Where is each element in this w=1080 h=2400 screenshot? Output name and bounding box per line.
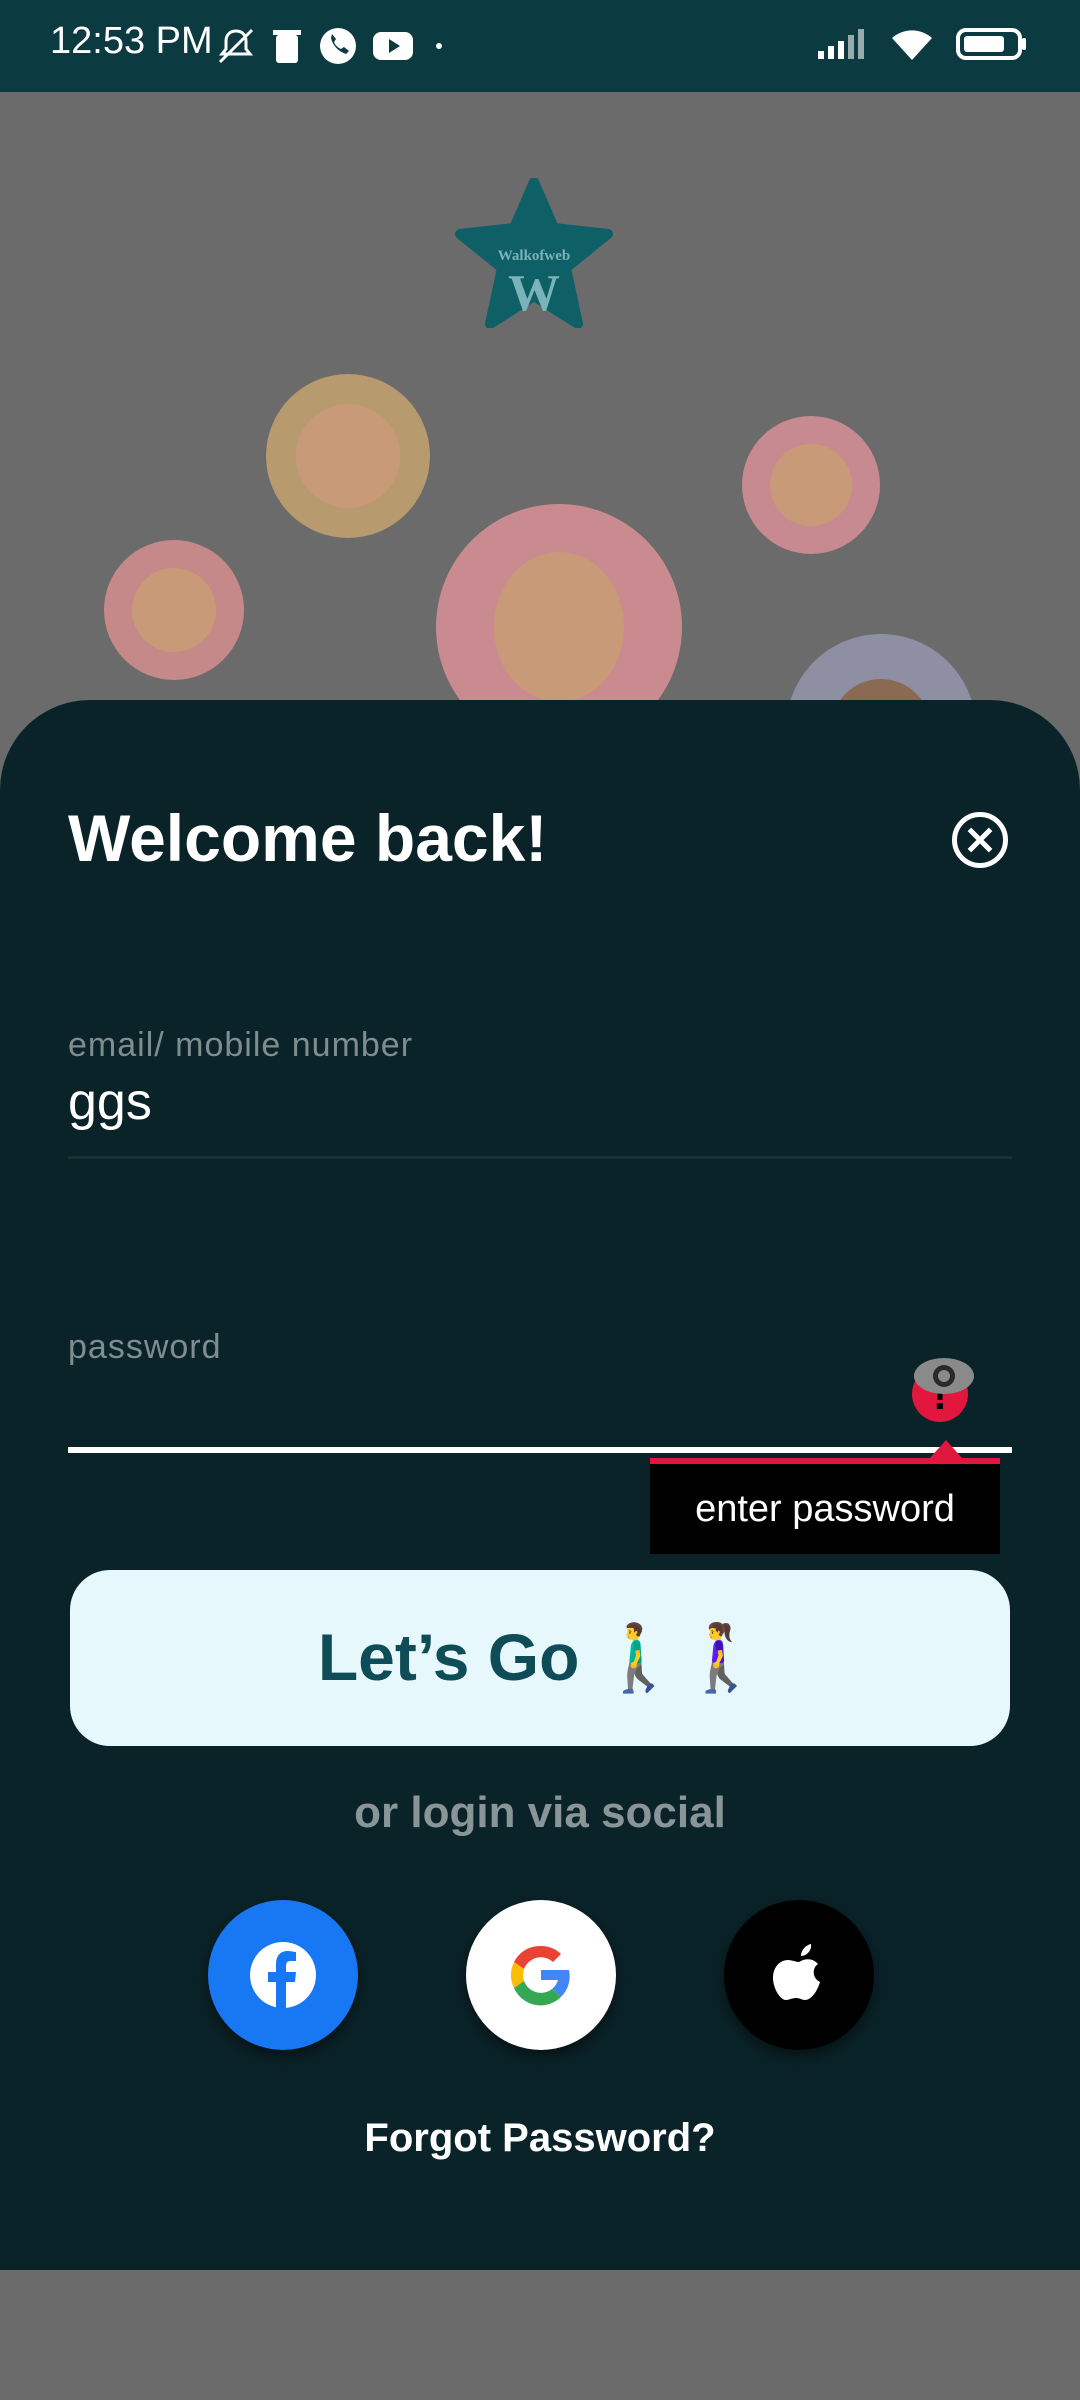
- tooltip-arrow: [930, 1440, 962, 1458]
- svg-text:W: W: [508, 265, 560, 322]
- facebook-icon: [250, 1942, 316, 2010]
- password-error-tooltip: enter password: [650, 1458, 1000, 1554]
- phone-icon: [320, 28, 356, 64]
- avatar-4: [742, 416, 880, 554]
- lets-go-button[interactable]: Let’s Go 🚶‍♂️🚶‍♀️: [70, 1570, 1010, 1746]
- notification-icons: [216, 26, 442, 66]
- status-bar: 12:53 PM: [0, 0, 1080, 92]
- email-underline: [68, 1156, 1012, 1159]
- eye-icon[interactable]: [912, 1356, 976, 1396]
- password-field[interactable]: [68, 1370, 908, 1446]
- svg-text:Walkofweb: Walkofweb: [498, 248, 571, 264]
- walkofweb-logo: Walkofweb W: [454, 177, 614, 329]
- avatar-2: [104, 540, 244, 680]
- apple-icon: [773, 1944, 820, 2000]
- apple-login-button[interactable]: [724, 1900, 874, 2050]
- page-title: Welcome back!: [68, 801, 548, 875]
- dot-icon: [436, 43, 442, 49]
- email-field[interactable]: ggs: [68, 1072, 152, 1132]
- youtube-icon: [373, 32, 413, 60]
- social-login-label: or login via social: [354, 1788, 726, 1837]
- mute-icon: [218, 28, 254, 64]
- battery-icon: [956, 28, 1026, 60]
- system-icons: [816, 26, 1028, 62]
- signal-icon: [818, 29, 864, 59]
- email-label: email/ mobile number: [68, 1026, 414, 1064]
- password-underline: [68, 1447, 1012, 1453]
- avatar-1: [266, 374, 430, 538]
- status-time: 12:53 PM: [50, 20, 213, 62]
- google-login-button[interactable]: [466, 1900, 616, 2050]
- facebook-login-button[interactable]: [208, 1900, 358, 2050]
- password-label: password: [68, 1328, 222, 1366]
- trash-icon: [273, 30, 301, 63]
- close-icon[interactable]: [952, 812, 1008, 868]
- wifi-icon: [892, 30, 932, 60]
- google-icon: [510, 1945, 570, 2006]
- forgot-password-link[interactable]: Forgot Password?: [0, 2116, 1080, 2161]
